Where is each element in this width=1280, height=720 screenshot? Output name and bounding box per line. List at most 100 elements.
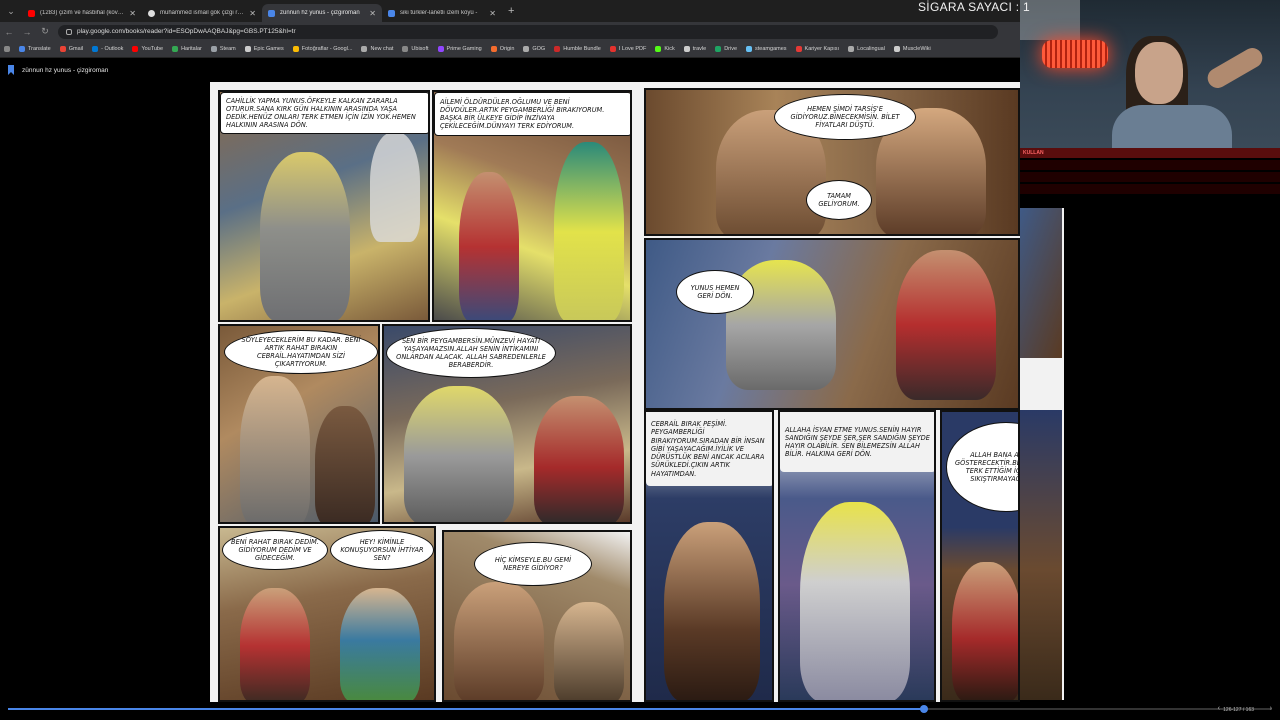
new-tab-icon[interactable]: +: [508, 5, 514, 17]
comic-panel: ALLAH BANA ANLAYIŞ GÖSTERECEKTİR.BENİ HA…: [940, 410, 1020, 702]
chat-overlay: KULLAN: [1020, 148, 1280, 208]
book-title: zünnun hz yunus - çizgiroman: [22, 66, 109, 74]
bookmark-icon: [244, 46, 251, 52]
bookmark-label: Gmail: [68, 46, 84, 52]
bookmark-icon: [210, 46, 217, 52]
speech-bubble: CEBRAİL BIRAK PEŞİMİ. PEYGAMBERLİĞİ BIRA…: [646, 412, 772, 486]
bookmark-label: Haritalar: [181, 46, 202, 52]
google-books-icon: [388, 9, 395, 17]
browser-tab-active[interactable]: zünnun hz yunus - çizgiroman ✕: [262, 4, 382, 22]
site-info-icon[interactable]: [66, 28, 72, 35]
address-bar-row: ← → ↻ play.google.com/books/reader?id=ES…: [0, 22, 1020, 41]
bookmark-item[interactable]: Epic Games: [244, 46, 284, 52]
bookmark-label: steamgames: [755, 46, 787, 52]
browser-tab[interactable]: siki türkler-lanetli ızem köyü - ✕: [382, 4, 502, 22]
bookmark-icon: [554, 46, 561, 52]
bookmark-icon: [655, 46, 662, 52]
bookmark-label: Kariyer Kapısı: [804, 46, 840, 52]
bookmark-label: - Outlook: [101, 46, 124, 52]
bookmark-item[interactable]: YouTube: [132, 46, 163, 52]
browser-tab[interactable]: (1283) çizim ve hasbihal (kovul... ✕: [22, 4, 142, 22]
bookmark-icon: [361, 46, 368, 52]
speech-bubble: TAMAM GELİYORUM.: [806, 180, 872, 220]
google-books-icon: [268, 9, 275, 17]
speech-bubble: YUNUS HEMEN GERİ DÖN.: [676, 270, 754, 314]
bookmark-item[interactable]: Ubisoft: [402, 46, 429, 52]
bookmark-item[interactable]: New chat: [361, 46, 393, 52]
bookmark-icon: [92, 46, 99, 52]
site-icon: [148, 9, 155, 17]
bookmark-icon: [609, 46, 616, 52]
heater: [1042, 40, 1108, 68]
speech-bubble: SEN BİR PEYGAMBERSİN.MÜNZEVİ HAYATI YAŞA…: [386, 328, 556, 378]
progress-slider-handle[interactable]: [920, 705, 929, 713]
bookmark-item[interactable]: - Outlook: [92, 46, 123, 52]
bookmark-label: YouTube: [141, 46, 164, 52]
comic-panel: YUNUS HEMEN GERİ DÖN.: [644, 238, 1020, 410]
comic-panel: HİÇ KİMSEYLE.BU GEMİ NEREYE GİDİYOR?: [442, 530, 632, 702]
previous-page-icon[interactable]: ‹: [1218, 705, 1220, 712]
bookmark-item[interactable]: travle: [683, 46, 706, 52]
browser-tab[interactable]: muhammed ismail gök çizgi ro... ✕: [142, 4, 262, 22]
bookmark-item[interactable]: Prime Gaming: [437, 46, 482, 52]
speech-bubble: CAHİLLİK YAPMA YUNUS.ÖFKEYLE KALKAN ZARA…: [220, 92, 428, 134]
bookmark-item[interactable]: steamgames: [746, 46, 787, 52]
reload-icon[interactable]: ↻: [36, 26, 54, 37]
bookmark-item[interactable]: Steam: [210, 46, 236, 52]
forward-icon[interactable]: →: [18, 27, 36, 37]
comic-panel: SÖYLEYECEKLERİM BU KADAR. BENİ ARTIK RAH…: [218, 324, 380, 524]
bookmark-label: MuscleWiki: [902, 46, 931, 52]
next-page-icon[interactable]: ›: [1270, 705, 1272, 712]
apps-icon[interactable]: [4, 46, 10, 52]
chat-row: [1020, 172, 1280, 182]
bookmark-item[interactable]: MuscleWiki: [893, 46, 931, 52]
bookmark-label: GOG: [532, 46, 546, 52]
comic-panel: SEN BİR PEYGAMBERSİN.MÜNZEVİ HAYATI YAŞA…: [382, 324, 632, 524]
bookmark-label: Fotoğraflar - Googl...: [301, 46, 353, 52]
progress-track[interactable]: [8, 705, 1272, 713]
bookmark-label: Ubisoft: [411, 46, 429, 52]
bookmark-icon: [292, 46, 299, 52]
bookmark-icon: [132, 46, 139, 52]
comic-panel: CAHİLLİK YAPMA YUNUS.ÖFKEYLE KALKAN ZARA…: [218, 90, 430, 322]
bookmark-item[interactable]: Haritalar: [172, 46, 202, 52]
bookmark-item[interactable]: Localingual: [848, 46, 885, 52]
close-tab-icon[interactable]: ✕: [489, 9, 496, 18]
comic-panel: AİLEMİ ÖLDÜRDÜLER.OĞLUMU VE BENİ DÖVDÜLE…: [432, 90, 632, 322]
bookmark-icon: [59, 46, 66, 52]
bookmark-label: Kick: [664, 46, 675, 52]
bookmark-item[interactable]: Gmail: [59, 46, 84, 52]
bookmark-item[interactable]: Kariyer Kapısı: [795, 46, 840, 52]
youtube-icon: [28, 9, 35, 17]
comic-panel: CEBRAİL BIRAK PEŞİMİ. PEYGAMBERLİĞİ BIRA…: [644, 410, 774, 702]
tab-title: muhammed ismail gök çizgi ro...: [160, 10, 245, 16]
speech-bubble: HİÇ KİMSEYLE.BU GEMİ NEREYE GİDİYOR?: [474, 542, 592, 586]
bookmark-icon: [848, 46, 855, 52]
url-field[interactable]: play.google.com/books/reader?id=ESOpDwAA…: [58, 24, 998, 39]
page-indicator: 126-127 / 163: [1223, 707, 1254, 713]
bookmark-label: Epic Games: [253, 46, 284, 52]
bookmark-label: Steam: [219, 46, 236, 52]
bookmark-icon: [172, 46, 179, 52]
bookmark-item[interactable]: Humble Bundle: [554, 46, 601, 52]
bookmark-label: Localingual: [857, 46, 885, 52]
close-tab-icon[interactable]: ✕: [369, 9, 376, 18]
bookmark-icon: [715, 46, 722, 52]
bookmark-item[interactable]: Kick: [655, 46, 675, 52]
bookmark-item[interactable]: Translate: [19, 46, 51, 52]
bookmark-item[interactable]: Fotoğraflar - Googl...: [292, 46, 353, 52]
bookmark-item[interactable]: Origin: [490, 46, 514, 52]
bookmark-icon: [490, 46, 497, 52]
back-icon[interactable]: ←: [0, 27, 18, 37]
bookmark-item[interactable]: I Love PDF: [609, 46, 646, 52]
close-tab-icon[interactable]: ✕: [249, 9, 256, 18]
bookmark-ribbon-icon[interactable]: [8, 65, 14, 75]
bookmark-item[interactable]: GOG: [523, 46, 545, 52]
bookmark-icon: [746, 46, 753, 52]
url-text: play.google.com/books/reader?id=ESOpDwAA…: [77, 28, 296, 35]
comic-page: CAHİLLİK YAPMA YUNUS.ÖFKEYLE KALKAN ZARA…: [210, 82, 1020, 702]
bookmark-item[interactable]: Drive: [715, 46, 737, 52]
speech-bubble: SÖYLEYECEKLERİM BU KADAR. BENİ ARTIK RAH…: [224, 330, 378, 374]
close-tab-icon[interactable]: ✕: [129, 9, 136, 18]
tab-search-icon[interactable]: ⌄: [0, 0, 22, 22]
